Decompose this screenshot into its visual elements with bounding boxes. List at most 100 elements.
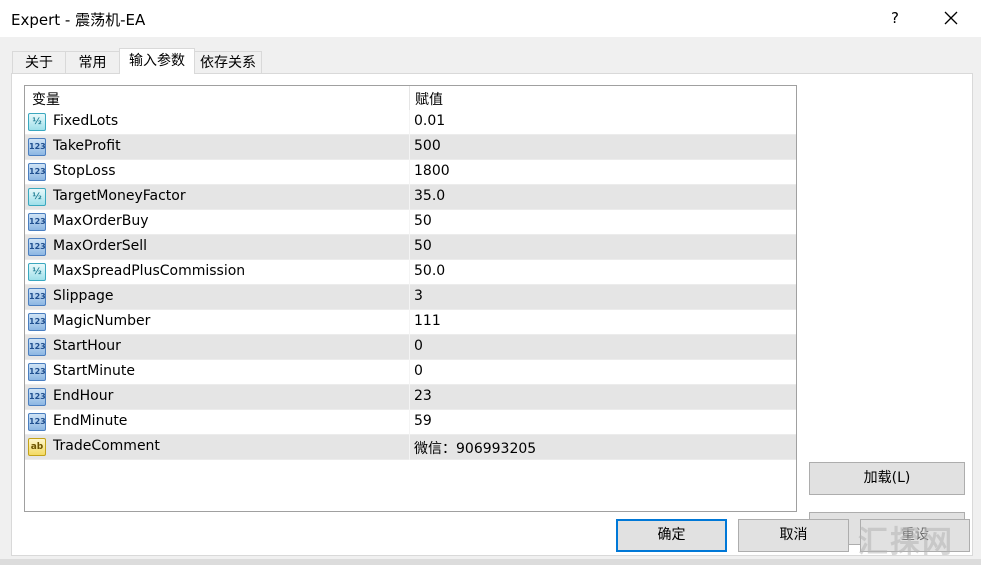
- tab-common[interactable]: 常用: [65, 51, 120, 73]
- tab-panel-inputs: 变量 赋值 ½ FixedLots 0.01 123 TakeProfit 500 123 S…: [11, 73, 973, 556]
- variable-cell[interactable]: ½ TargetMoneyFactor: [25, 185, 409, 210]
- value-text[interactable]: 35.0: [414, 188, 445, 204]
- cancel-button[interactable]: 取消: [738, 519, 849, 552]
- table-row[interactable]: 123 MaxOrderBuy 50: [25, 210, 796, 235]
- column-divider[interactable]: [409, 86, 410, 110]
- value-text[interactable]: 23: [414, 388, 432, 404]
- ok-button[interactable]: 确定: [616, 519, 727, 552]
- value-text[interactable]: 0: [414, 363, 423, 379]
- table-row[interactable]: 123 MagicNumber 111: [25, 310, 796, 335]
- value-cell[interactable]: 50.0: [410, 260, 796, 285]
- int-icon: 123: [28, 288, 46, 306]
- value-cell[interactable]: 0.01: [410, 110, 796, 135]
- value-cell[interactable]: 59: [410, 410, 796, 435]
- load-button[interactable]: 加载(L): [809, 462, 965, 495]
- value-cell[interactable]: 微信：906993205: [410, 435, 796, 460]
- table-row[interactable]: ½ FixedLots 0.01: [25, 110, 796, 135]
- variable-cell[interactable]: ½ MaxSpreadPlusCommission: [25, 260, 409, 285]
- variable-name: StartMinute: [53, 363, 136, 379]
- watermark-logo: 汇探网: [858, 525, 954, 560]
- table-row[interactable]: 123 StartMinute 0: [25, 360, 796, 385]
- table-row[interactable]: 123 StartHour 0: [25, 335, 796, 360]
- tab-inputs[interactable]: 输入参数: [119, 48, 195, 74]
- int-icon: 123: [28, 138, 46, 156]
- value-text[interactable]: 3: [414, 288, 423, 304]
- value-cell[interactable]: 35.0: [410, 185, 796, 210]
- table-row[interactable]: 123 StopLoss 1800: [25, 160, 796, 185]
- value-cell[interactable]: 0: [410, 335, 796, 360]
- double-icon: ½: [28, 113, 46, 131]
- value-cell[interactable]: 111: [410, 310, 796, 335]
- table-row[interactable]: ab TradeComment 微信：906993205: [25, 435, 796, 460]
- value-cell[interactable]: 1800: [410, 160, 796, 185]
- table-row[interactable]: 123 TakeProfit 500: [25, 135, 796, 160]
- variable-name: TradeComment: [53, 438, 160, 454]
- double-icon: ½: [28, 263, 46, 281]
- table-row[interactable]: 123 MaxOrderSell 50: [25, 235, 796, 260]
- variable-name: TargetMoneyFactor: [53, 188, 186, 204]
- value-text[interactable]: 50: [414, 213, 432, 229]
- int-icon: 123: [28, 313, 46, 331]
- value-text[interactable]: 500: [414, 138, 441, 154]
- int-icon: 123: [28, 363, 46, 381]
- variable-cell[interactable]: 123 MaxOrderBuy: [25, 210, 409, 235]
- value-text[interactable]: 微信：906993205: [414, 438, 536, 458]
- variable-cell[interactable]: 123 Slippage: [25, 285, 409, 310]
- variable-name: StopLoss: [53, 163, 116, 179]
- value-cell[interactable]: 500: [410, 135, 796, 160]
- value-cell[interactable]: 23: [410, 385, 796, 410]
- table-row[interactable]: ½ MaxSpreadPlusCommission 50.0: [25, 260, 796, 285]
- tab-about[interactable]: 关于: [12, 51, 66, 73]
- int-icon: 123: [28, 163, 46, 181]
- variable-name: MaxOrderBuy: [53, 213, 149, 229]
- grid-header: 变量 赋值: [25, 86, 796, 110]
- variable-name: MagicNumber: [53, 313, 151, 329]
- table-row[interactable]: 123 EndMinute 59: [25, 410, 796, 435]
- help-button[interactable]: ?: [880, 4, 910, 32]
- value-text[interactable]: 1800: [414, 163, 450, 179]
- variable-cell[interactable]: ½ FixedLots: [25, 110, 409, 135]
- variable-cell[interactable]: 123 StopLoss: [25, 160, 409, 185]
- variable-cell[interactable]: 123 StartMinute: [25, 360, 409, 385]
- variable-cell[interactable]: 123 MaxOrderSell: [25, 235, 409, 260]
- table-row[interactable]: ½ TargetMoneyFactor 35.0: [25, 185, 796, 210]
- value-cell[interactable]: 50: [410, 235, 796, 260]
- int-icon: 123: [28, 338, 46, 356]
- close-icon: [944, 11, 958, 25]
- value-text[interactable]: 50.0: [414, 263, 445, 279]
- tab-dependencies[interactable]: 依存关系: [194, 51, 262, 73]
- value-text[interactable]: 0.01: [414, 113, 445, 129]
- window-title: Expert - 震荡机-EA: [11, 11, 146, 29]
- double-icon: ½: [28, 188, 46, 206]
- variable-name: Slippage: [53, 288, 114, 304]
- variable-name: TakeProfit: [53, 138, 121, 154]
- int-icon: 123: [28, 213, 46, 231]
- value-cell[interactable]: 50: [410, 210, 796, 235]
- column-header-variable[interactable]: 变量: [32, 89, 60, 109]
- close-button[interactable]: [934, 4, 968, 32]
- variable-name: EndMinute: [53, 413, 128, 429]
- string-icon: ab: [28, 438, 46, 456]
- value-text[interactable]: 59: [414, 413, 432, 429]
- variable-cell[interactable]: 123 EndMinute: [25, 410, 409, 435]
- variable-cell[interactable]: 123 EndHour: [25, 385, 409, 410]
- value-cell[interactable]: 3: [410, 285, 796, 310]
- variable-cell[interactable]: 123 StartHour: [25, 335, 409, 360]
- parameters-grid[interactable]: 变量 赋值 ½ FixedLots 0.01 123 TakeProfit 500 123 S…: [24, 85, 797, 512]
- variable-cell[interactable]: 123 MagicNumber: [25, 310, 409, 335]
- table-row[interactable]: 123 Slippage 3: [25, 285, 796, 310]
- value-cell[interactable]: 0: [410, 360, 796, 385]
- column-divider: [796, 86, 797, 110]
- bottom-edge: [0, 559, 981, 565]
- value-text[interactable]: 0: [414, 338, 423, 354]
- int-icon: 123: [28, 388, 46, 406]
- grid-rows: ½ FixedLots 0.01 123 TakeProfit 500 123 StopLos…: [25, 110, 796, 460]
- variable-name: MaxSpreadPlusCommission: [53, 263, 246, 279]
- value-text[interactable]: 111: [414, 313, 441, 329]
- column-header-value[interactable]: 赋值: [415, 89, 443, 109]
- table-row[interactable]: 123 EndHour 23: [25, 385, 796, 410]
- variable-cell[interactable]: 123 TakeProfit: [25, 135, 409, 160]
- value-text[interactable]: 50: [414, 238, 432, 254]
- variable-name: StartHour: [53, 338, 121, 354]
- variable-cell[interactable]: ab TradeComment: [25, 435, 409, 460]
